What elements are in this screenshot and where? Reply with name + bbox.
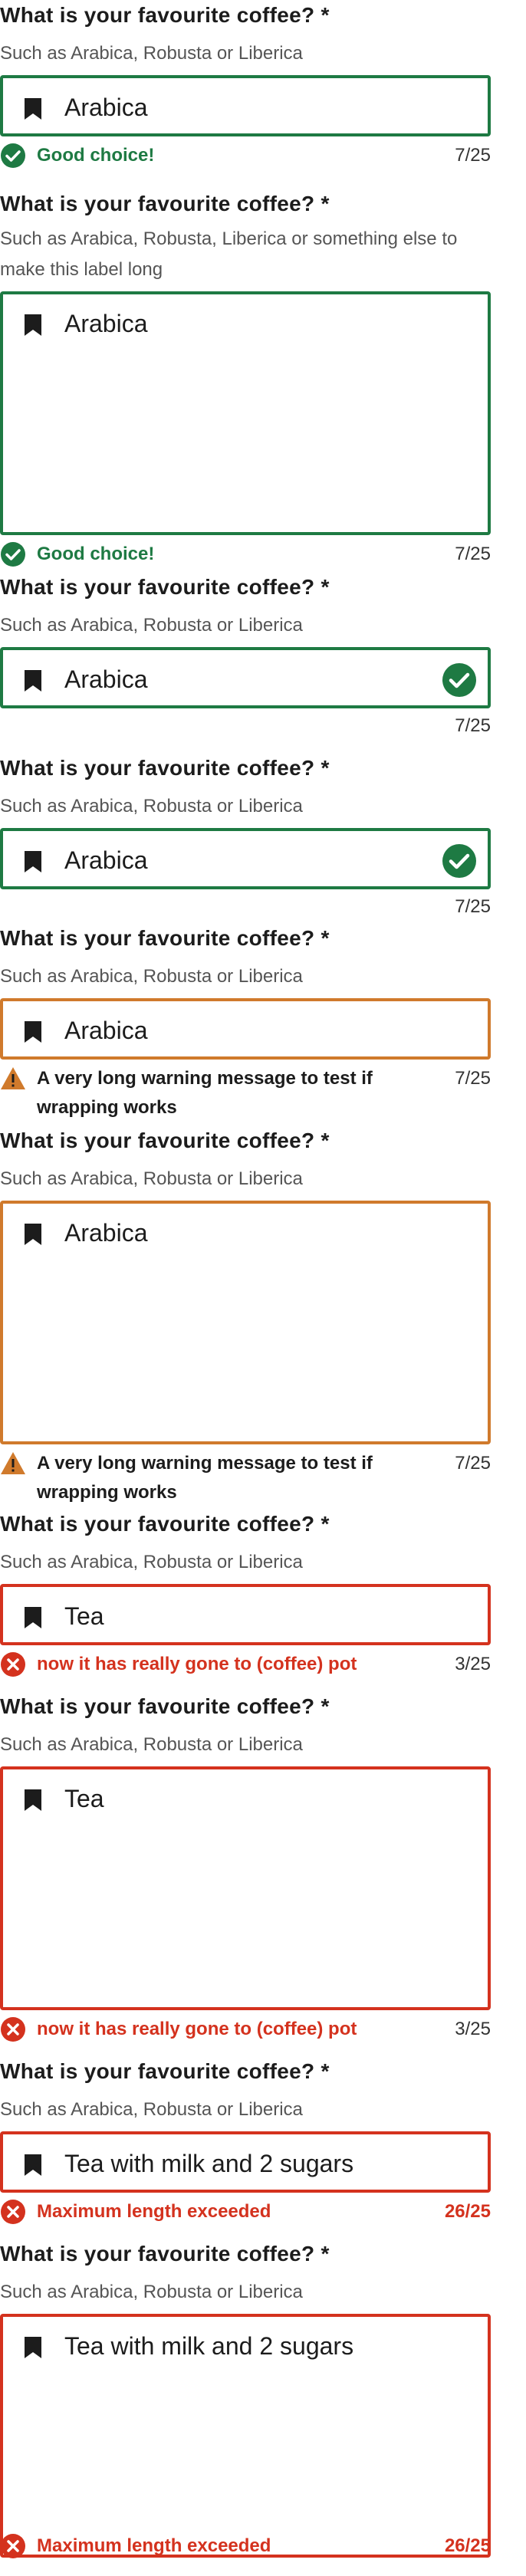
coffee-input[interactable]: Tea (0, 1584, 491, 1645)
character-count: 3/25 (455, 2019, 491, 2039)
field-label: What is your favourite coffee? * (0, 2242, 330, 2266)
field-hint: Such as Arabica, Robusta or Liberica (0, 1552, 303, 1572)
warning-triangle-icon (1, 1452, 25, 1474)
input-value: Arabica (64, 1017, 148, 1044)
error-message: Maximum length exceeded (37, 2535, 271, 2556)
textarea-value: Arabica (64, 1219, 148, 1247)
error-message: now it has really gone to (coffee) pot (37, 2019, 357, 2039)
input-value: Tea with milk and 2 sugars (64, 2150, 354, 2177)
check-circle-icon (1, 143, 25, 168)
character-count: 7/25 (455, 1453, 491, 1474)
check-circle-icon (1, 542, 25, 567)
field-label: What is your favourite coffee? * (0, 3, 330, 27)
field-label: What is your favourite coffee? * (0, 192, 330, 215)
warning-message: A very long warning message to test if w… (37, 1068, 373, 1118)
error-circle-icon (1, 2017, 25, 2042)
warning-message: A very long warning message to test if w… (37, 1453, 373, 1503)
bookmark-icon (25, 1607, 41, 1628)
coffee-input[interactable]: Arabica (0, 647, 491, 708)
field-hint: Such as Arabica, Robusta or Liberica (0, 2282, 303, 2302)
field-hint: Such as Arabica, Robusta or Liberica (0, 615, 303, 636)
bookmark-icon (25, 1789, 41, 1811)
coffee-input[interactable]: Arabica (0, 998, 491, 1060)
character-count: 7/25 (455, 145, 491, 166)
character-count: 3/25 (455, 1654, 491, 1674)
error-circle-icon (1, 1652, 25, 1677)
field-hint: Such as Arabica, Robusta, Liberica or so… (0, 228, 458, 280)
bookmark-icon (25, 2154, 41, 2176)
character-count: 7/25 (455, 1068, 491, 1089)
field-label: What is your favourite coffee? * (0, 1512, 330, 1536)
success-message: Good choice! (37, 145, 155, 166)
field-label: What is your favourite coffee? * (0, 926, 330, 950)
bookmark-icon (25, 314, 41, 336)
coffee-textarea[interactable]: Tea with milk and 2 sugars (0, 2314, 491, 2558)
check-circle-icon (442, 844, 476, 878)
bookmark-icon (25, 851, 41, 872)
coffee-textarea[interactable]: Tea (0, 1766, 491, 2010)
field-label: What is your favourite coffee? * (0, 2059, 330, 2083)
error-circle-icon (1, 2200, 25, 2224)
input-value: Arabica (64, 94, 148, 121)
field-hint: Such as Arabica, Robusta or Liberica (0, 1168, 303, 1189)
coffee-textarea[interactable]: Arabica (0, 291, 491, 535)
field-hint: Such as Arabica, Robusta or Liberica (0, 966, 303, 987)
input-value: Arabica (64, 665, 148, 693)
coffee-textarea[interactable]: Arabica (0, 1201, 491, 1444)
field-label: What is your favourite coffee? * (0, 575, 330, 599)
check-circle-icon (442, 663, 476, 697)
bookmark-icon (25, 1021, 41, 1043)
bookmark-icon (25, 1224, 41, 1245)
textarea-value: Tea (64, 1785, 104, 1812)
error-circle-icon (1, 2534, 25, 2558)
bookmark-icon (25, 670, 41, 692)
warning-triangle-icon (1, 1067, 25, 1089)
character-count: 7/25 (455, 896, 491, 917)
coffee-input[interactable]: Arabica (0, 828, 491, 889)
bookmark-icon (25, 2337, 41, 2358)
field-label: What is your favourite coffee? * (0, 1129, 330, 1152)
character-count: 26/25 (444, 2535, 491, 2556)
field-hint: Such as Arabica, Robusta or Liberica (0, 1734, 303, 1755)
coffee-input[interactable]: Arabica (0, 75, 491, 136)
input-value: Tea (64, 1602, 104, 1630)
character-count: 7/25 (455, 544, 491, 564)
textarea-value: Arabica (64, 310, 148, 337)
textarea-value: Tea with milk and 2 sugars (64, 2332, 354, 2360)
character-count: 26/25 (444, 2201, 491, 2222)
error-message: Maximum length exceeded (37, 2201, 271, 2222)
field-hint: Such as Arabica, Robusta or Liberica (0, 43, 303, 64)
field-label: What is your favourite coffee? * (0, 756, 330, 780)
field-label: What is your favourite coffee? * (0, 1694, 330, 1718)
success-message: Good choice! (37, 544, 155, 564)
bookmark-icon (25, 98, 41, 120)
coffee-input[interactable]: Tea with milk and 2 sugars (0, 2131, 491, 2193)
character-count: 7/25 (455, 715, 491, 736)
error-message: now it has really gone to (coffee) pot (37, 1654, 357, 1674)
field-hint: Such as Arabica, Robusta or Liberica (0, 2099, 303, 2120)
field-hint: Such as Arabica, Robusta or Liberica (0, 796, 303, 816)
input-value: Arabica (64, 846, 148, 874)
